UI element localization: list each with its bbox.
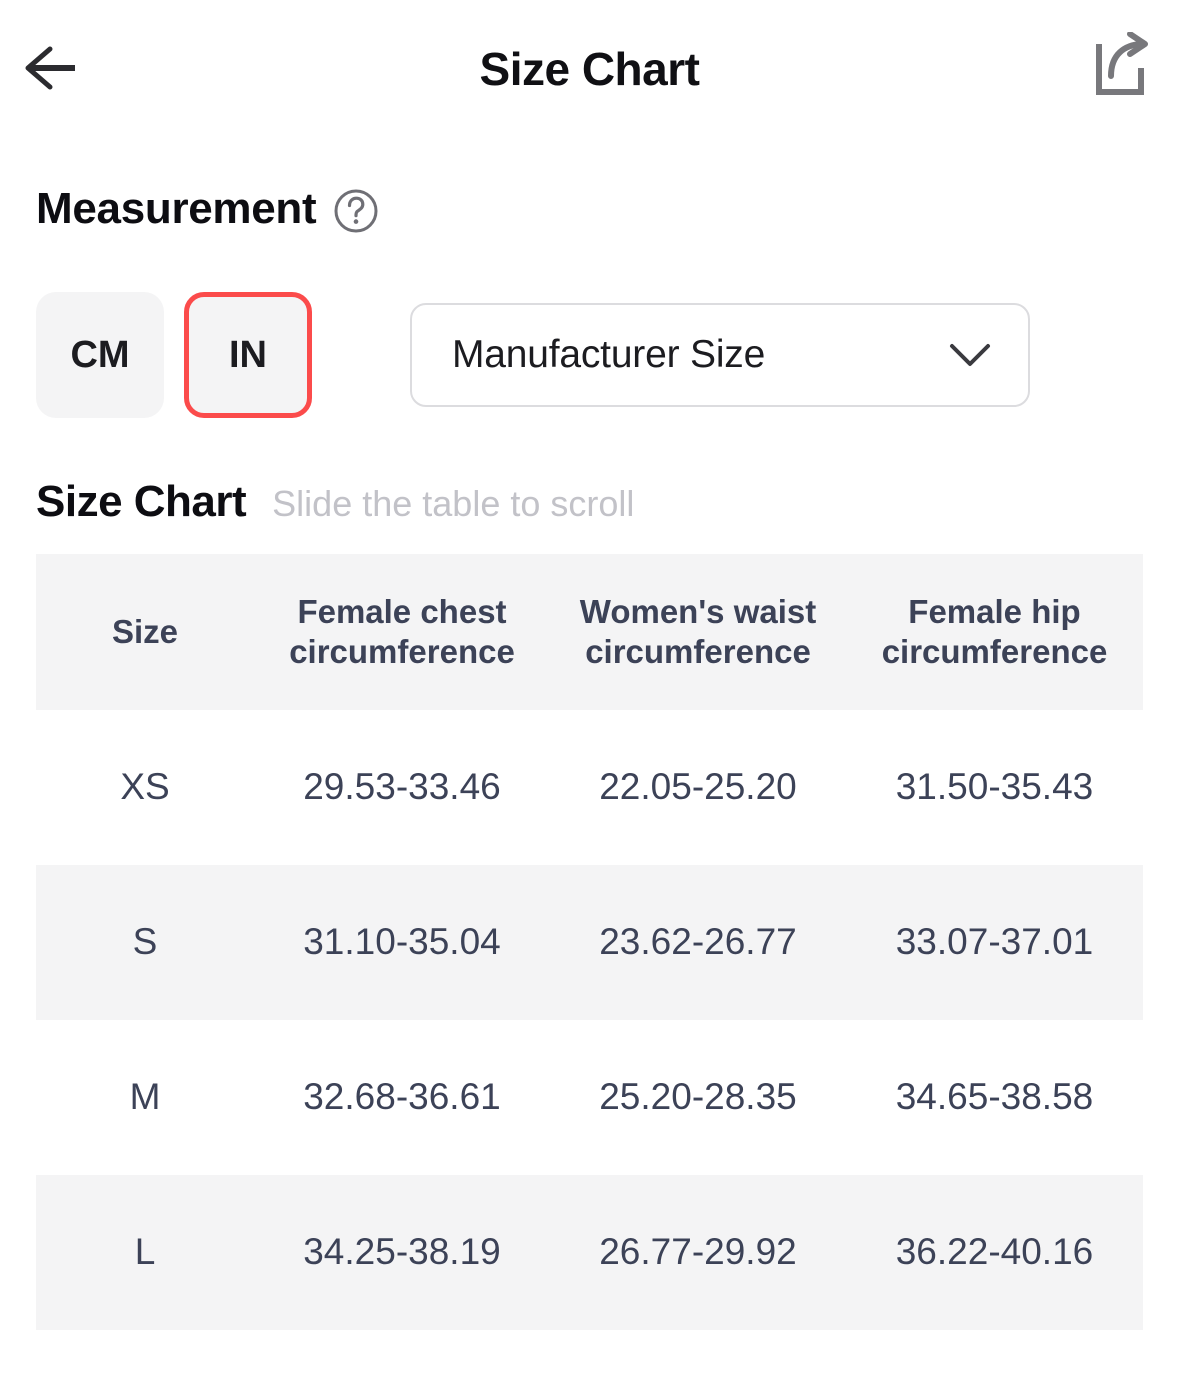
column-header-waist: Women's waist circumference xyxy=(550,554,846,710)
cell-size: XS xyxy=(36,710,254,865)
unit-toggle-group: CM IN xyxy=(36,292,312,418)
measurement-label: Measurement xyxy=(36,187,316,231)
table-header-row: Size Female chest circumference Women's … xyxy=(36,554,1143,710)
column-header-chest: Female chest circumference xyxy=(254,554,550,710)
cell-hip: 36.22-40.16 xyxy=(846,1175,1143,1330)
arrow-left-icon xyxy=(20,43,80,93)
chevron-down-icon xyxy=(948,333,992,377)
cell-chest: 31.10-35.04 xyxy=(254,865,550,1020)
size-table-body: XS 29.53-33.46 22.05-25.20 31.50-35.43 S… xyxy=(36,710,1143,1330)
cell-waist: 22.05-25.20 xyxy=(550,710,846,865)
cell-size: L xyxy=(36,1175,254,1330)
cell-hip: 34.65-38.58 xyxy=(846,1020,1143,1175)
share-icon xyxy=(1085,32,1151,102)
cell-chest: 32.68-36.61 xyxy=(254,1020,550,1175)
cell-chest: 29.53-33.46 xyxy=(254,710,550,865)
unit-button-cm-label: CM xyxy=(70,334,129,377)
cell-hip: 33.07-37.01 xyxy=(846,865,1143,1020)
table-row: L 34.25-38.19 26.77-29.92 36.22-40.16 xyxy=(36,1175,1143,1330)
size-chart-scroll-hint: Slide the table to scroll xyxy=(272,486,634,522)
size-table-head: Size Female chest circumference Women's … xyxy=(36,554,1143,710)
column-header-hip: Female hip circumference xyxy=(846,554,1143,710)
page-title: Size Chart xyxy=(480,46,700,92)
table-row: XS 29.53-33.46 22.05-25.20 31.50-35.43 xyxy=(36,710,1143,865)
cell-chest: 34.25-38.19 xyxy=(254,1175,550,1330)
measurement-header: Measurement xyxy=(36,178,1179,240)
size-chart-heading: Size Chart xyxy=(36,480,246,524)
size-table: Size Female chest circumference Women's … xyxy=(36,554,1143,1330)
table-row: S 31.10-35.04 23.62-26.77 33.07-37.01 xyxy=(36,865,1143,1020)
size-type-value: Manufacturer Size xyxy=(452,333,765,377)
size-table-scroll-container[interactable]: Size Female chest circumference Women's … xyxy=(36,554,1143,1330)
column-header-size: Size xyxy=(36,554,254,710)
measurement-controls: CM IN Manufacturer Size xyxy=(0,292,1179,418)
cell-size: S xyxy=(36,865,254,1020)
cell-size: M xyxy=(36,1020,254,1175)
table-row: M 32.68-36.61 25.20-28.35 34.65-38.58 xyxy=(36,1020,1143,1175)
back-button[interactable] xyxy=(14,32,86,104)
measurement-section: Measurement xyxy=(0,178,1179,240)
cell-hip: 31.50-35.43 xyxy=(846,710,1143,865)
unit-button-in[interactable]: IN xyxy=(184,292,312,418)
cell-waist: 25.20-28.35 xyxy=(550,1020,846,1175)
unit-button-in-label: IN xyxy=(229,334,267,377)
size-type-dropdown[interactable]: Manufacturer Size xyxy=(410,303,1030,407)
size-chart-header: Size Chart Slide the table to scroll xyxy=(0,480,1179,524)
app-header: Size Chart xyxy=(0,0,1179,138)
question-circle-icon[interactable] xyxy=(332,187,380,235)
unit-button-cm[interactable]: CM xyxy=(36,292,164,418)
share-button[interactable] xyxy=(1081,28,1155,106)
cell-waist: 23.62-26.77 xyxy=(550,865,846,1020)
cell-waist: 26.77-29.92 xyxy=(550,1175,846,1330)
